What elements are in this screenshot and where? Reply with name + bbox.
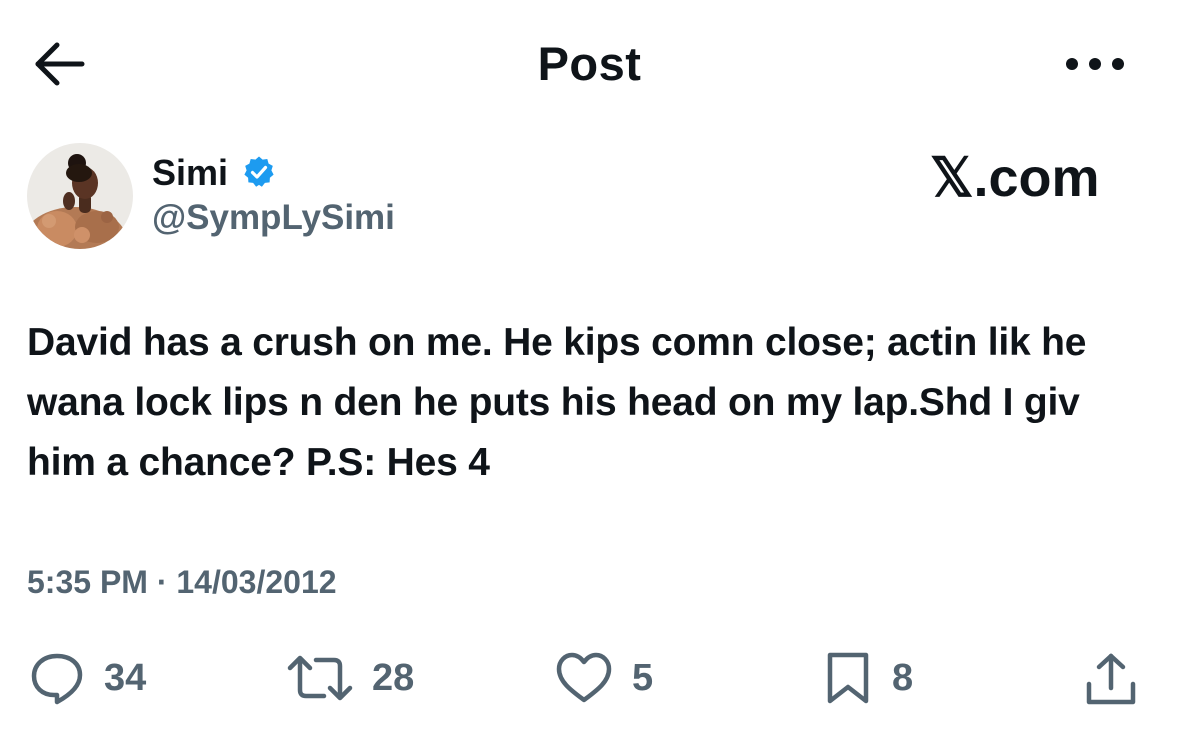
page-title: Post [537,37,642,90]
share-button[interactable] [1082,652,1140,708]
author-display-name[interactable]: Simi [152,153,228,193]
repost-icon [287,655,353,701]
like-button[interactable]: 5 [554,650,653,706]
bookmark-count: 8 [892,657,914,699]
like-count: 5 [632,657,654,699]
more-horizontal-icon [1066,58,1124,70]
repost-count: 28 [372,657,415,699]
bookmark-icon [827,652,869,704]
verified-badge-icon [242,155,276,189]
reply-button[interactable]: 34 [28,650,146,706]
more-options-button[interactable] [1062,44,1128,84]
author-handle[interactable]: @SympLySimi [152,198,395,238]
reply-count: 34 [104,657,147,699]
heart-icon [556,652,612,703]
post-text: David has a crush on me. He kips comn cl… [27,321,1087,484]
post-timestamp[interactable]: 5:35 PM · 14/03/2012 [27,562,337,602]
profile-photo [27,143,133,249]
repost-button[interactable]: 28 [286,650,414,706]
bookmark-button[interactable]: 8 [822,650,913,706]
avatar[interactable] [27,143,133,249]
share-icon [1086,653,1136,705]
reply-bubble-icon [31,653,83,705]
x-com-watermark: 𝕏.com [930,148,1100,208]
